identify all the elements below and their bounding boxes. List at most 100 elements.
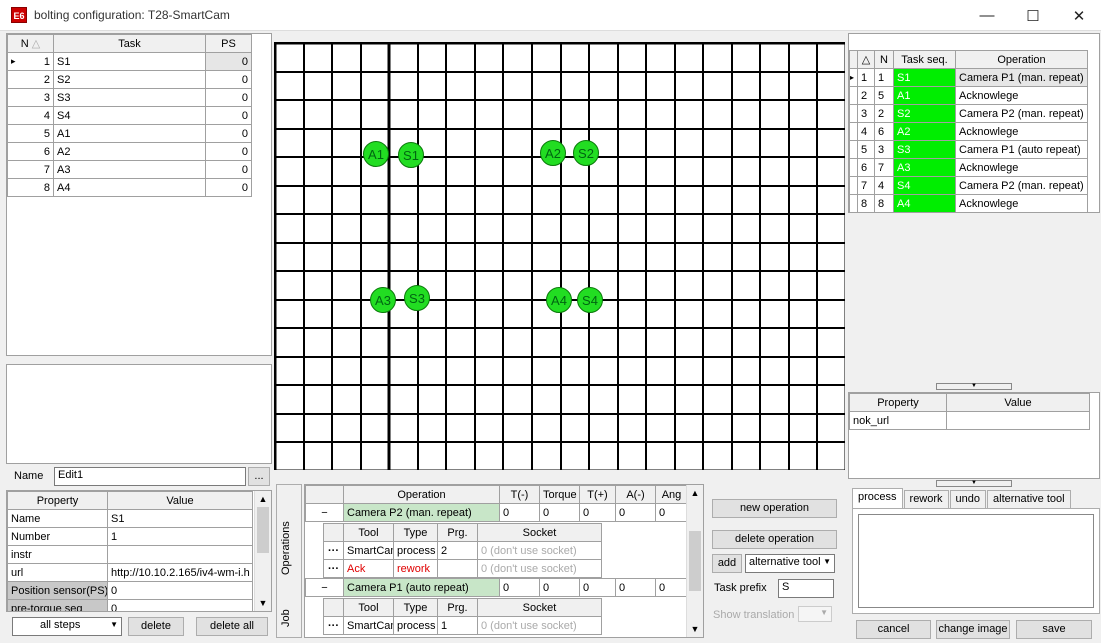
sequence-row[interactable]: 4 6 A2 Acknowlege bbox=[849, 122, 1088, 141]
task-cell[interactable]: A4 bbox=[53, 178, 206, 197]
task-row[interactable]: 2 S2 0 bbox=[7, 70, 252, 89]
bolt-s2[interactable]: S2 bbox=[573, 140, 599, 166]
property-scrollbar[interactable]: ▲ ▼ bbox=[254, 491, 271, 611]
alternative-tool-select[interactable]: alternative tool ▼ bbox=[745, 554, 835, 573]
change-image-button[interactable]: change image bbox=[936, 620, 1010, 639]
bolt-a2[interactable]: A2 bbox=[540, 140, 566, 166]
add-button[interactable]: add bbox=[712, 554, 742, 573]
operation-cell[interactable]: Acknowlege bbox=[955, 86, 1088, 105]
cancel-button[interactable]: cancel bbox=[856, 620, 931, 639]
op-header-ang[interactable]: Ang bbox=[655, 485, 688, 504]
operation-row[interactable]: − Camera P1 (auto repeat) 0 0 0 0 0 bbox=[305, 578, 688, 597]
task-row[interactable]: ▸ 1 S1 0 bbox=[7, 52, 252, 71]
property-row[interactable]: url http://10.10.2.165/iv4-wm-i.h bbox=[7, 563, 253, 582]
operation-cell[interactable]: Camera P2 (man. repeat) bbox=[955, 104, 1088, 123]
tab-process[interactable]: process bbox=[852, 488, 903, 508]
ops-scroll-down-icon[interactable]: ▼ bbox=[687, 621, 703, 637]
task-cell[interactable]: A2 bbox=[53, 142, 206, 161]
task-row[interactable]: 3 S3 0 bbox=[7, 88, 252, 107]
ops-scrollbar[interactable]: ▲ ▼ bbox=[686, 485, 703, 637]
operation-cell[interactable]: Camera P2 (man. repeat) bbox=[955, 176, 1088, 195]
bolt-a4[interactable]: A4 bbox=[546, 287, 572, 313]
sequence-row[interactable]: 6 7 A3 Acknowlege bbox=[849, 158, 1088, 177]
task-cell[interactable]: S1 bbox=[53, 52, 206, 71]
col-task-header[interactable]: Task bbox=[53, 34, 206, 53]
description-box[interactable] bbox=[6, 364, 272, 464]
task-seq-cell[interactable]: S2 bbox=[893, 104, 956, 123]
sequence-row[interactable]: 2 5 A1 Acknowlege bbox=[849, 86, 1088, 105]
sequence-row[interactable]: 5 3 S3 Camera P1 (auto repeat) bbox=[849, 140, 1088, 159]
seq-task-header[interactable]: Task seq. bbox=[893, 50, 956, 69]
bolt-s3[interactable]: S3 bbox=[404, 285, 430, 311]
op2-name[interactable]: Camera P1 (auto repeat) bbox=[343, 578, 500, 597]
task-seq-cell[interactable]: S3 bbox=[893, 140, 956, 159]
more-icon[interactable]: ··· bbox=[323, 559, 344, 578]
col-n-header[interactable]: N △ bbox=[7, 34, 54, 53]
task-cell[interactable]: S3 bbox=[53, 88, 206, 107]
tool-row[interactable]: ··· Ack rework 0 (don't use socket) bbox=[323, 559, 602, 578]
task-cell[interactable]: A1 bbox=[53, 124, 206, 143]
ps-cell[interactable]: 0 bbox=[205, 88, 252, 107]
ops-scroll-thumb[interactable] bbox=[689, 531, 701, 591]
tool-row[interactable]: ··· SmartCam process 1 0 (don't use sock… bbox=[323, 616, 602, 635]
seq-operation-header[interactable]: Operation bbox=[955, 50, 1088, 69]
property-value[interactable]: 0 bbox=[107, 599, 253, 611]
bolt-a3[interactable]: A3 bbox=[370, 287, 396, 313]
side-tab-operations[interactable]: Operations bbox=[280, 505, 292, 575]
op1-name[interactable]: Camera P2 (man. repeat) bbox=[343, 503, 500, 522]
property-value[interactable]: 1 bbox=[107, 527, 253, 546]
new-operation-button[interactable]: new operation bbox=[712, 499, 837, 518]
bolt-a1[interactable]: A1 bbox=[363, 141, 389, 167]
sequence-row[interactable]: ▸ 1 1 S1 Camera P1 (man. repeat) bbox=[849, 68, 1088, 87]
ps-cell[interactable]: 0 bbox=[205, 178, 252, 197]
scroll-thumb[interactable] bbox=[257, 507, 269, 553]
col-ps-header[interactable]: PS bbox=[205, 34, 252, 53]
bolt-s4[interactable]: S4 bbox=[577, 287, 603, 313]
task-seq-cell[interactable]: S1 bbox=[893, 68, 956, 87]
task-cell[interactable]: A3 bbox=[53, 160, 206, 179]
operation-row[interactable]: − Camera P2 (man. repeat) 0 0 0 0 0 bbox=[305, 503, 688, 522]
property-value[interactable]: S1 bbox=[107, 509, 253, 528]
operation-cell[interactable]: Camera P1 (auto repeat) bbox=[955, 140, 1088, 159]
tab-undo[interactable]: undo bbox=[949, 490, 987, 508]
task-row[interactable]: 7 A3 0 bbox=[7, 160, 252, 179]
op-header-operation[interactable]: Operation bbox=[343, 485, 500, 504]
task-prefix-input[interactable]: S bbox=[778, 579, 834, 598]
more-icon[interactable]: ··· bbox=[323, 541, 344, 560]
sequence-row[interactable]: 3 2 S2 Camera P2 (man. repeat) bbox=[849, 104, 1088, 123]
task-seq-cell[interactable]: A4 bbox=[893, 194, 956, 213]
op-header-aminus[interactable]: A(-) bbox=[615, 485, 656, 504]
ps-cell[interactable]: 0 bbox=[205, 106, 252, 125]
op-header-tminus[interactable]: T(-) bbox=[499, 485, 540, 504]
property-value[interactable]: http://10.10.2.165/iv4-wm-i.h bbox=[107, 563, 253, 582]
task-cell[interactable]: S2 bbox=[53, 70, 206, 89]
task-seq-cell[interactable]: S4 bbox=[893, 176, 956, 195]
task-row[interactable]: 6 A2 0 bbox=[7, 142, 252, 161]
name-browse-button[interactable]: ... bbox=[248, 467, 270, 486]
side-tab-job[interactable]: Job bbox=[280, 597, 292, 627]
splitter-handle-bottom[interactable]: ▼ bbox=[936, 480, 1012, 487]
show-translation-select[interactable]: ▼ bbox=[798, 606, 832, 622]
seq-n-header[interactable]: N bbox=[874, 50, 894, 69]
delete-operation-button[interactable]: delete operation bbox=[712, 530, 837, 549]
splitter-handle-top[interactable]: ▼ bbox=[936, 383, 1012, 390]
property-row[interactable]: Number 1 bbox=[7, 527, 253, 546]
task-row[interactable]: 8 A4 0 bbox=[7, 178, 252, 197]
ps-cell[interactable]: 0 bbox=[205, 160, 252, 179]
property-row[interactable]: instr bbox=[7, 545, 253, 564]
property-value[interactable]: 0 bbox=[107, 581, 253, 600]
sequence-row[interactable]: 8 8 A4 Acknowlege bbox=[849, 194, 1088, 213]
scroll-down-icon[interactable]: ▼ bbox=[255, 595, 271, 611]
operation-cell[interactable]: Acknowlege bbox=[955, 194, 1088, 213]
collapse-icon[interactable]: − bbox=[305, 578, 344, 597]
more-icon[interactable]: ··· bbox=[323, 616, 344, 635]
task-cell[interactable]: S4 bbox=[53, 106, 206, 125]
minimize-button[interactable]: — bbox=[964, 0, 1010, 31]
task-seq-cell[interactable]: A2 bbox=[893, 122, 956, 141]
property-row[interactable]: pre-torque seq 0 bbox=[7, 599, 253, 611]
close-button[interactable]: ✕ bbox=[1056, 0, 1101, 31]
delete-all-button[interactable]: delete all bbox=[196, 617, 268, 636]
maximize-button[interactable]: ☐ bbox=[1010, 0, 1056, 31]
ps-cell[interactable]: 0 bbox=[205, 52, 252, 71]
delete-button[interactable]: delete bbox=[128, 617, 184, 636]
